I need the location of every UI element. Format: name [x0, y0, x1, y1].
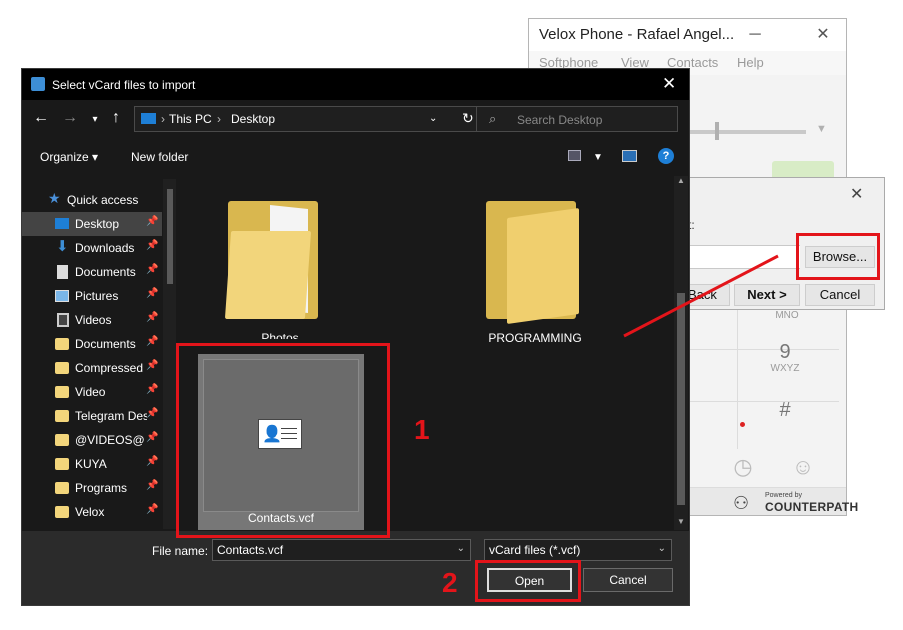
annotation-arrow-line — [623, 254, 779, 338]
step-2-label: 2 — [442, 567, 458, 598]
step-1-label: 1 — [414, 414, 430, 445]
annotation-overlay — [623, 254, 779, 338]
highlight-open-button — [475, 560, 581, 602]
highlight-contacts-file — [176, 343, 390, 538]
